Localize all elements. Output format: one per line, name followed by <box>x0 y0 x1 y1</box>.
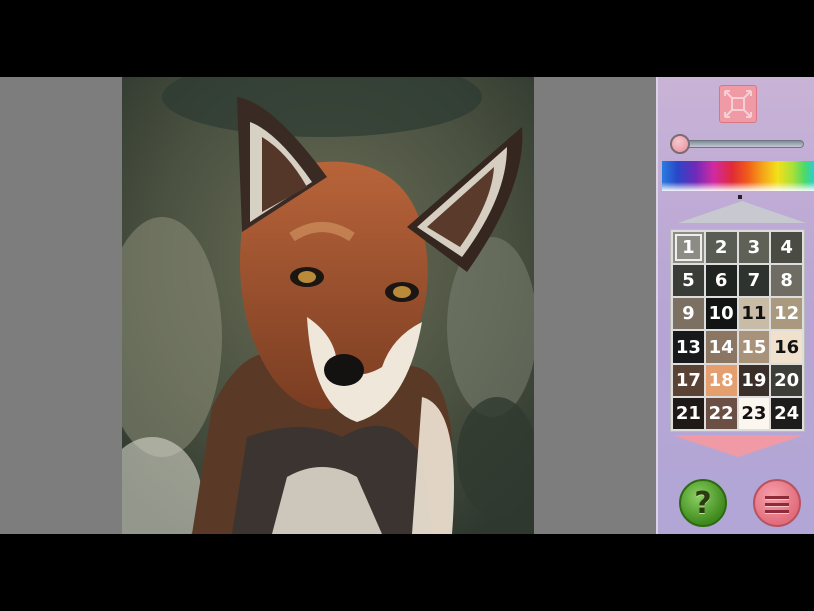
color-cell-14[interactable]: 14 <box>705 331 737 363</box>
color-cell-10[interactable]: 10 <box>705 298 737 330</box>
color-number-grid: 1 2 3 4 5 6 7 8 9 10 11 12 13 14 15 16 17 18 19 20 21 22 23 24 <box>670 229 805 432</box>
color-cell-1[interactable]: 1 <box>673 232 704 264</box>
color-cell-12[interactable]: 12 <box>771 298 802 330</box>
palette-position-marker <box>738 195 742 199</box>
color-cell-9[interactable]: 9 <box>673 298 704 330</box>
menu-button[interactable] <box>753 479 801 527</box>
fit-to-screen-button[interactable] <box>719 85 757 123</box>
zoom-slider-thumb[interactable] <box>670 134 690 154</box>
color-cell-11[interactable]: 11 <box>738 298 770 330</box>
color-cell-17[interactable]: 17 <box>673 364 704 396</box>
menu-icon <box>765 496 789 499</box>
tool-sidebar: 1 2 3 4 5 6 7 8 9 10 11 12 13 14 15 16 17 18 19 20 21 22 23 24 … <box>656 77 814 534</box>
color-cell-21[interactable]: 21 <box>673 397 704 429</box>
color-cell-19[interactable]: 19 <box>738 364 770 396</box>
color-cell-23[interactable]: 23 <box>738 397 770 429</box>
menu-icon-bar <box>765 510 789 513</box>
color-cell-5[interactable]: 5 <box>673 265 704 297</box>
color-cell-15[interactable]: 15 <box>738 331 770 363</box>
fox-painting-image <box>122 77 534 534</box>
scroll-up-arrow-icon[interactable] <box>678 201 806 223</box>
color-cell-18[interactable]: 18 <box>705 364 737 396</box>
color-cell-22[interactable]: 22 <box>705 397 737 429</box>
color-cell-16[interactable]: 16 <box>771 331 802 363</box>
color-cell-4[interactable]: 4 <box>771 232 802 264</box>
help-icon: ? <box>694 485 712 521</box>
color-cell-20[interactable]: 20 <box>771 364 802 396</box>
zoom-slider-track[interactable] <box>678 140 804 148</box>
color-cell-3[interactable]: 3 <box>738 232 770 264</box>
color-cell-13[interactable]: 13 <box>673 331 704 363</box>
color-cell-2[interactable]: 2 <box>705 232 737 264</box>
color-cell-6[interactable]: 6 <box>705 265 737 297</box>
menu-icon-bar <box>765 503 789 506</box>
fit-to-screen-icon <box>724 90 752 118</box>
canvas-area[interactable] <box>0 77 656 534</box>
painting-canvas[interactable] <box>122 77 534 534</box>
color-cell-7[interactable]: 7 <box>738 265 770 297</box>
color-cell-8[interactable]: 8 <box>771 265 802 297</box>
color-cell-24[interactable]: 24 <box>771 397 802 429</box>
color-palette-strip[interactable] <box>662 161 814 191</box>
help-button[interactable]: ? <box>679 479 727 527</box>
scroll-down-arrow-icon[interactable] <box>672 435 804 457</box>
